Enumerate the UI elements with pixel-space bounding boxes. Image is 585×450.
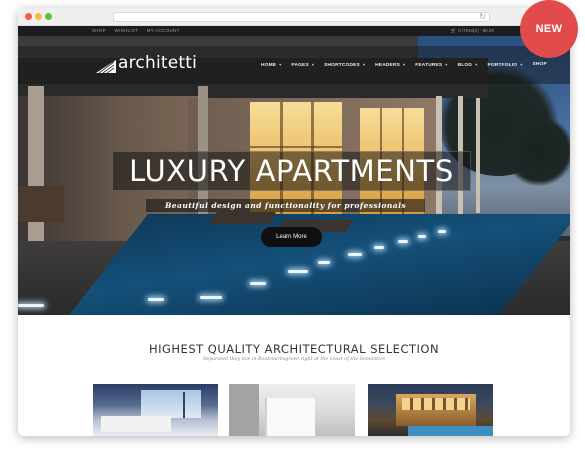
chevron-down-icon: ▾ (475, 62, 478, 67)
chevron-down-icon: ▾ (311, 62, 315, 67)
main-navigation: architetti HOME ▾ PAGES ▾ SHORTCODES ▾ HEAD… (18, 46, 570, 84)
maximize-window-dot[interactable] (45, 13, 52, 20)
gallery-thumbnail-kitchen[interactable] (229, 384, 355, 436)
chevron-down-icon: ▾ (520, 62, 523, 67)
top-link-account[interactable]: MY ACCOUNT (147, 28, 180, 33)
minimize-window-dot[interactable] (35, 13, 42, 20)
learn-more-button[interactable]: Learn More (261, 227, 322, 247)
top-link-shop[interactable]: SHOP (92, 28, 106, 33)
logo-text: architetti (118, 53, 198, 73)
menu-item-headers[interactable]: HEADERS ▾ (375, 62, 405, 68)
close-window-dot[interactable] (25, 13, 32, 20)
chevron-down-icon: ▾ (403, 62, 406, 67)
hero-subtitle-box: Beautiful design and functionality for p… (146, 199, 425, 212)
address-bar[interactable]: ↻ (113, 12, 490, 22)
browser-chrome: ↻ (18, 8, 570, 26)
menu-item-features[interactable]: FEATURES ▾ (415, 62, 447, 68)
cart-text: 0 ITEM(S) - $0.00 (458, 28, 494, 33)
hero-title: LUXURY APARTMENTS (129, 154, 454, 188)
new-badge: NEW (520, 0, 578, 58)
gallery-thumbnail-villa[interactable] (368, 384, 493, 436)
chevron-down-icon: ▾ (362, 62, 366, 67)
menu-bar: HOME ▾ PAGES ▾ SHORTCODES ▾ HEADERS ▾ FEATUR… (261, 62, 557, 68)
menu-item-pages[interactable]: PAGES ▾ (291, 62, 314, 68)
cart-summary[interactable]: 🛒 0 ITEM(S) - $0.00 (451, 28, 494, 34)
menu-item-shop[interactable]: SHOP (532, 62, 546, 68)
section-subtitle: Separated they live in Bookmarksgrove ri… (203, 357, 385, 362)
menu-item-home[interactable]: HOME ▾ (261, 62, 281, 68)
menu-item-portfolio[interactable]: PORTFOLIO ▾ (487, 62, 522, 68)
top-links: SHOP WISHLIST MY ACCOUNT (92, 28, 187, 33)
menu-item-shortcodes[interactable]: SHORTCODES ▾ (324, 62, 365, 68)
reload-icon[interactable]: ↻ (479, 12, 486, 22)
hero-title-box: LUXURY APARTMENTS (112, 151, 471, 191)
top-bar: SHOP WISHLIST MY ACCOUNT 🛒 0 ITEM(S) - $0… (18, 26, 570, 36)
hero-subtitle: Beautiful design and functionality for p… (164, 201, 407, 210)
top-link-wishlist[interactable]: WISHLIST (115, 28, 139, 33)
chevron-down-icon: ▾ (279, 62, 282, 67)
section-title: HIGHEST QUALITY ARCHITECTURAL SELECTION (148, 342, 440, 356)
cart-icon: 🛒 (450, 28, 457, 33)
hero-banner: architetti HOME ▾ PAGES ▾ SHORTCODES ▾ HEAD… (18, 36, 570, 315)
chevron-down-icon: ▾ (445, 62, 448, 67)
browser-window: ↻ SHOP WISHLIST MY ACCOUNT 🛒 0 ITEM(S) - … (18, 8, 570, 436)
menu-item-blog[interactable]: BLOG ▾ (458, 62, 478, 68)
gallery-thumbnail-bedroom[interactable] (93, 384, 218, 436)
website: SHOP WISHLIST MY ACCOUNT 🛒 0 ITEM(S) - $0… (18, 26, 570, 436)
logo-mark-icon (96, 60, 116, 74)
